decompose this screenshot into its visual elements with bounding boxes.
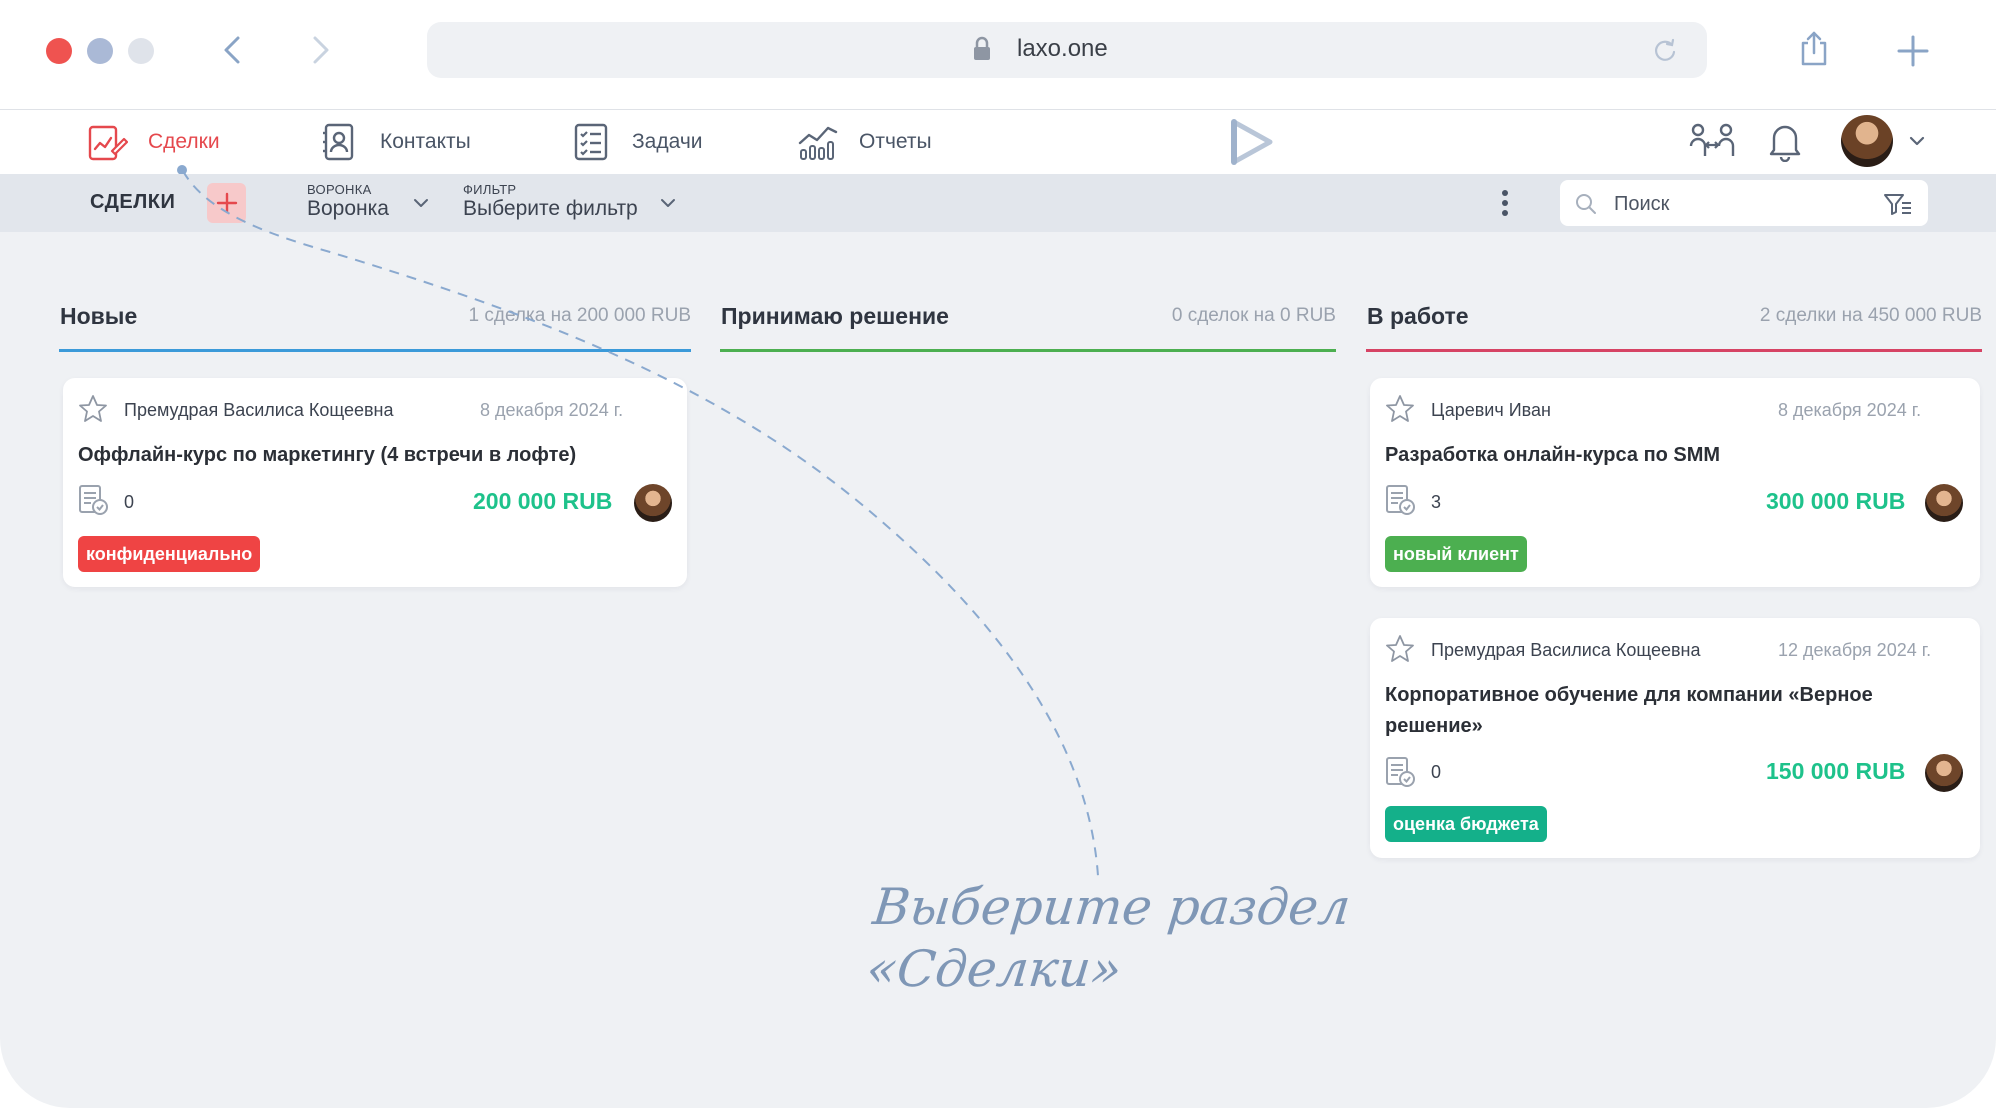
close-window-button[interactable]	[46, 38, 72, 64]
deal-card[interactable]: Царевич Иван 8 декабря 2024 г. Разработк…	[1370, 378, 1980, 587]
reload-icon[interactable]	[1651, 36, 1679, 64]
deal-client: Премудрая Василиса Кощеевна	[124, 400, 394, 420]
deal-amount: 300 000 RUB	[1766, 488, 1906, 514]
deal-title: Разработка онлайн-курса по SMM	[1385, 444, 1721, 466]
search-input[interactable]	[1612, 188, 1856, 220]
nav-item-tasks[interactable]: Задачи	[570, 120, 703, 164]
deal-amount: 200 000 RUB	[473, 488, 613, 514]
column-header: Новые 1 сделка на 200 000 RUB	[59, 296, 691, 352]
maximize-window-button[interactable]	[128, 38, 154, 64]
url-text: laxo.one	[1017, 35, 1108, 62]
tasks-icon	[574, 123, 608, 161]
column-header: Принимаю решение 0 сделок на 0 RUB	[720, 296, 1336, 352]
deals-icon	[88, 125, 128, 161]
team-icon[interactable]	[1688, 122, 1736, 162]
nav-label-deals: Сделки	[148, 130, 220, 153]
forward-arrow-icon[interactable]	[300, 30, 340, 70]
minimize-window-button[interactable]	[87, 38, 113, 64]
column-summary: 1 сделка на 200 000 RUB	[468, 305, 691, 326]
column-new: Новые 1 сделка на 200 000 RUB	[59, 296, 691, 352]
deals-toolbar: СДЕЛКИ ВОРОНКА Воронка ФИЛЬТР Выберите ф…	[0, 174, 1996, 232]
contacts-icon	[323, 123, 354, 161]
deal-task-count: 0	[1431, 762, 1442, 782]
column-title: В работе	[1367, 303, 1469, 329]
pipeline-select[interactable]: ВОРОНКА Воронка	[307, 182, 389, 221]
laxo-logo-icon[interactable]	[1228, 116, 1276, 168]
deal-task-count: 0	[124, 492, 135, 512]
responsible-avatar[interactable]	[1925, 484, 1963, 522]
document-check-icon	[1386, 485, 1415, 515]
nav-label-reports: Отчеты	[859, 130, 932, 153]
deal-client: Царевич Иван	[1431, 400, 1551, 420]
column-in-progress: В работе 2 сделки на 450 000 RUB	[1366, 296, 1982, 352]
nav-item-reports[interactable]: Отчеты	[797, 120, 932, 164]
deal-title: Оффлайн-курс по маркетингу (4 встречи в …	[78, 444, 577, 466]
browser-chrome: laxo.one	[0, 0, 1996, 110]
deal-tag[interactable]: конфиденциально	[78, 536, 261, 572]
deal-tag[interactable]: новый клиент	[1385, 536, 1527, 572]
user-avatar[interactable]	[1841, 115, 1893, 167]
deal-title: Корпоративное обучение для компании «Вер…	[1385, 684, 1873, 737]
responsible-avatar[interactable]	[1925, 754, 1963, 792]
document-check-icon	[1386, 757, 1415, 787]
column-title: Новые	[60, 303, 138, 329]
new-tab-icon[interactable]	[1896, 34, 1930, 68]
deal-client: Премудрая Василиса Кощеевна	[1431, 640, 1701, 660]
share-icon[interactable]	[1797, 30, 1831, 68]
column-summary: 0 сделок на 0 RUB	[1171, 305, 1336, 326]
pipeline-label: ВОРОНКА	[307, 182, 372, 197]
star-icon[interactable]	[1385, 394, 1415, 424]
filter-chevron-down-icon[interactable]	[659, 194, 677, 212]
deal-task-count: 3	[1431, 492, 1442, 512]
deal-card[interactable]: Премудрая Василиса Кощеевна 8 декабря 20…	[63, 378, 687, 587]
reports-icon	[798, 126, 838, 160]
annotation-line-1: Выберите раздел	[870, 878, 1354, 936]
filter-select[interactable]: ФИЛЬТР Выберите фильтр	[463, 182, 638, 221]
deal-date: 8 декабря 2024 г.	[1778, 400, 1922, 420]
nav-label-contacts: Контакты	[380, 130, 471, 153]
nav-item-deals[interactable]: Сделки	[86, 120, 220, 164]
pipeline-value: Воронка	[307, 197, 389, 220]
nav-item-contacts[interactable]: Контакты	[318, 120, 471, 164]
star-icon[interactable]	[1385, 634, 1415, 664]
annotation-caption: Выберите раздел «Сделки»	[863, 876, 1354, 1000]
search-icon	[1576, 194, 1596, 214]
responsible-avatar[interactable]	[634, 484, 672, 522]
column-header: В работе 2 сделки на 450 000 RUB	[1366, 296, 1982, 352]
column-title: Принимаю решение	[721, 303, 949, 329]
back-arrow-icon[interactable]	[213, 30, 253, 70]
column-deciding: Принимаю решение 0 сделок на 0 RUB	[720, 296, 1336, 352]
bell-icon[interactable]	[1766, 120, 1804, 162]
chevron-down-icon[interactable]	[1906, 130, 1928, 152]
deal-card[interactable]: Премудрая Василиса Кощеевна 12 декабря 2…	[1370, 618, 1980, 858]
star-icon[interactable]	[78, 394, 108, 424]
filter-icon[interactable]	[1883, 192, 1913, 216]
document-check-icon	[79, 485, 108, 515]
plus-icon	[216, 192, 237, 214]
nav-label-tasks: Задачи	[632, 130, 703, 153]
app-nav: Сделки Контакты Задачи Отчеты	[0, 110, 1996, 175]
deal-date: 12 декабря 2024 г.	[1778, 640, 1932, 660]
filter-value: Выберите фильтр	[463, 197, 638, 220]
annotation-line-2: «Сделки»	[863, 940, 1125, 998]
section-title: СДЕЛКИ	[90, 191, 176, 213]
pipeline-chevron-down-icon[interactable]	[412, 194, 430, 212]
column-summary: 2 сделки на 450 000 RUB	[1759, 305, 1982, 326]
filter-label: ФИЛЬТР	[463, 182, 517, 197]
address-bar[interactable]: laxo.one	[427, 22, 1707, 78]
app-window: laxo.one Сделки Контакты Задачи Отчеты С…	[0, 0, 1996, 1108]
lock-icon	[974, 36, 990, 60]
deal-amount: 150 000 RUB	[1766, 758, 1906, 784]
add-deal-button[interactable]	[207, 183, 246, 223]
more-options-icon[interactable]	[1497, 188, 1513, 218]
deal-tag[interactable]: оценка бюджета	[1385, 806, 1547, 842]
search-box	[1560, 180, 1928, 226]
deal-date: 8 декабря 2024 г.	[480, 400, 624, 420]
